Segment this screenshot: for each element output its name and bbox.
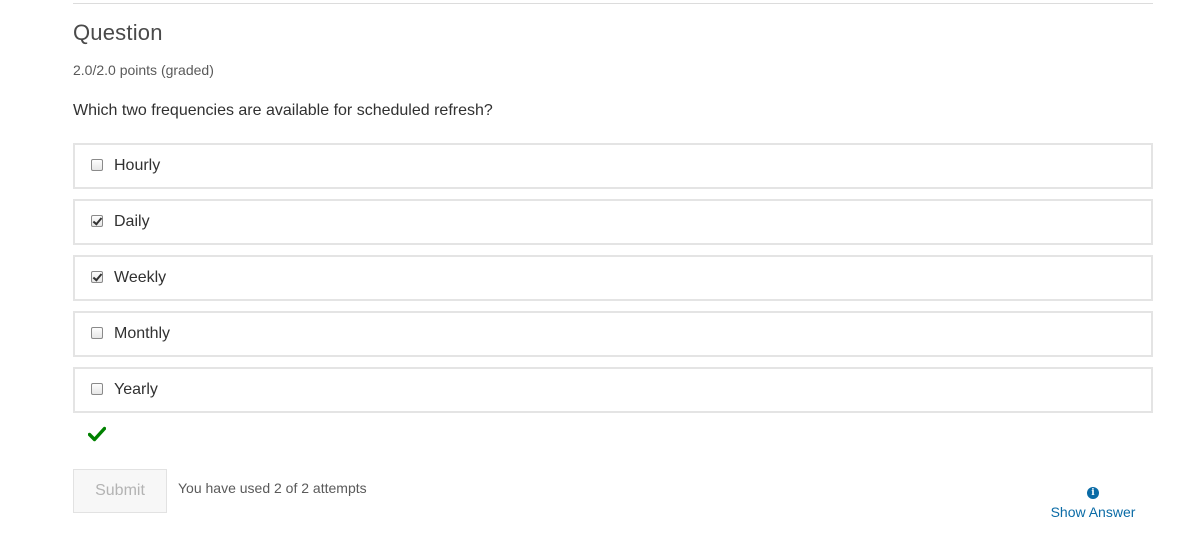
top-divider (73, 3, 1153, 4)
choice-label: Daily (114, 213, 150, 230)
choice-yearly[interactable]: Yearly (73, 367, 1153, 413)
show-answer-label: Show Answer (1050, 504, 1136, 520)
choice-monthly[interactable]: Monthly (73, 311, 1153, 357)
checkbox-monthly[interactable] (91, 327, 103, 339)
problem-page: Question 2.0/2.0 points (graded) Which t… (0, 0, 1189, 548)
show-answer-button[interactable]: i Show Answer (1040, 482, 1146, 520)
choice-daily[interactable]: Daily (73, 199, 1153, 245)
choice-label: Yearly (114, 381, 158, 398)
choice-label: Monthly (114, 325, 171, 342)
question-title: Question (73, 20, 163, 45)
checkbox-hourly[interactable] (91, 159, 103, 171)
info-icon: i (1087, 487, 1099, 499)
choice-list: Hourly Daily Weekly Monthly Yearly (73, 143, 1153, 423)
choice-hourly[interactable]: Hourly (73, 143, 1153, 189)
points-status: 2.0/2.0 points (graded) (73, 62, 214, 78)
choice-label: Weekly (114, 269, 167, 286)
submit-button[interactable]: Submit (73, 469, 167, 513)
checkbox-yearly[interactable] (91, 383, 103, 395)
checkmark-icon (88, 426, 106, 442)
attempts-text: You have used 2 of 2 attempts (178, 480, 367, 496)
checkbox-daily[interactable] (91, 215, 103, 227)
question-prompt: Which two frequencies are available for … (73, 102, 493, 119)
checkbox-weekly[interactable] (91, 271, 103, 283)
choice-label: Hourly (114, 157, 161, 174)
choice-weekly[interactable]: Weekly (73, 255, 1153, 301)
